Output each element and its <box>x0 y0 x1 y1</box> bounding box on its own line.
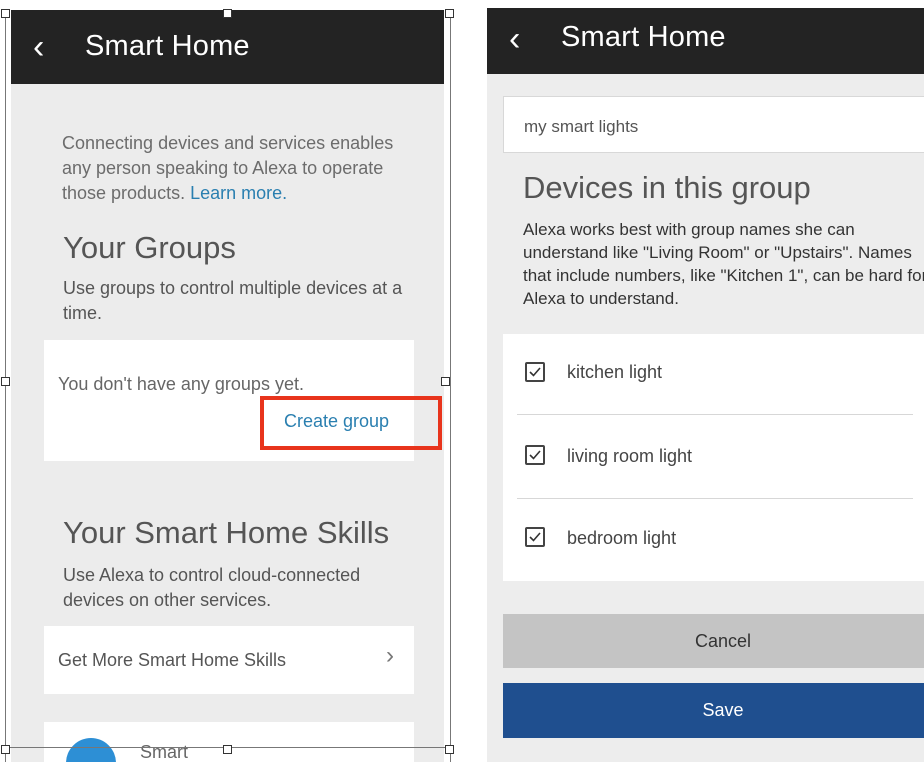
intro-text: Connecting devices and services enables … <box>62 131 422 206</box>
divider <box>517 414 913 415</box>
resize-handle[interactable] <box>1 745 10 754</box>
resize-handle[interactable] <box>1 377 10 386</box>
page-title: Smart Home <box>85 30 250 62</box>
cancel-button[interactable]: Cancel <box>503 614 924 668</box>
get-more-skills-label: Get More Smart Home Skills <box>58 650 287 670</box>
resize-handle[interactable] <box>445 9 454 18</box>
resize-handle[interactable] <box>445 745 454 754</box>
selection-frame-left <box>5 14 6 762</box>
resize-handle[interactable] <box>223 745 232 754</box>
selection-frame-right <box>450 14 451 762</box>
page-title: Smart Home <box>561 21 726 53</box>
no-groups-text: You don't have any groups yet. <box>58 374 304 394</box>
get-more-skills-row[interactable]: Get More Smart Home Skills › <box>44 626 414 694</box>
highlight-box <box>260 396 442 450</box>
chevron-right-icon: › <box>386 642 394 669</box>
devices-title: Devices in this group <box>523 170 811 205</box>
skill-item-label: Smart <box>140 742 189 762</box>
resize-handle[interactable] <box>1 9 10 18</box>
resize-handle[interactable] <box>441 377 450 386</box>
device-row[interactable]: living room light <box>503 416 924 498</box>
checkbox-checked-icon[interactable] <box>525 362 545 382</box>
top-bar: ‹ Smart Home <box>487 8 924 74</box>
skill-logo-icon <box>66 738 116 762</box>
device-row[interactable]: bedroom light <box>503 499 924 581</box>
your-groups-description: Use groups to control multiple devices a… <box>63 278 403 323</box>
learn-more-link[interactable]: Learn more. <box>190 183 287 203</box>
smart-home-skills-title: Your Smart Home Skills <box>63 515 390 550</box>
device-label: living room light <box>567 446 693 466</box>
devices-description: Alexa works best with group names she ca… <box>523 220 924 308</box>
chevron-left-icon[interactable]: ‹ <box>509 22 520 56</box>
save-button[interactable]: Save <box>503 683 924 738</box>
device-label: bedroom light <box>567 528 677 548</box>
checkbox-checked-icon[interactable] <box>525 527 545 547</box>
resize-handle[interactable] <box>223 9 232 18</box>
left-phone-screen: ‹ Smart Home Connecting devices and serv… <box>11 10 444 762</box>
device-label: kitchen light <box>567 362 663 382</box>
your-groups-title: Your Groups <box>63 230 236 265</box>
top-bar: ‹ Smart Home <box>11 10 444 84</box>
skill-list-item[interactable]: Smart <box>44 722 414 762</box>
group-name-input[interactable]: my smart lights <box>503 96 924 153</box>
right-phone-screen: ‹ Smart Home my smart lights Devices in … <box>487 8 924 762</box>
device-list: kitchen light living room light bedroom … <box>503 334 924 581</box>
smart-home-skills-description: Use Alexa to control cloud-connected dev… <box>63 565 361 610</box>
checkbox-checked-icon[interactable] <box>525 445 545 465</box>
chevron-left-icon[interactable]: ‹ <box>33 30 44 64</box>
device-row[interactable]: kitchen light <box>503 334 924 416</box>
